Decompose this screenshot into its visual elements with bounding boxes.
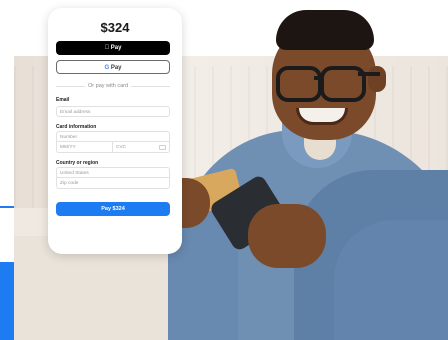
email-field[interactable]: Email address [56,106,170,117]
card-cvc-field[interactable]: CVC [113,142,170,153]
google-g-icon: G [104,65,110,71]
checkout-card: $324  Pay G Pay Or pay with card Email … [48,8,182,254]
card-cvc-placeholder: CVC [116,145,127,150]
zip-code-field[interactable]: Zip code [56,178,170,189]
apple-pay-label: Pay [107,45,122,51]
apple-pay-button[interactable]:  Pay [56,41,170,55]
hero-stage: $324  Pay G Pay Or pay with card Email … [0,0,448,340]
card-info-label: Card information [56,124,97,130]
pay-divider: Or pay with card [56,82,174,90]
divider-text: Or pay with card [85,82,132,90]
smiling-man-with-phone [158,0,448,340]
google-pay-button[interactable]: G Pay [56,60,170,74]
checkout-amount: $324 [100,20,130,35]
card-cvc-icon [159,145,166,150]
pay-button[interactable]: Pay $324 [56,202,170,216]
country-label: Country or region [56,160,99,166]
card-expiry-cvc-row: MM/YY CVC [56,142,170,153]
email-label: Email [56,97,70,103]
country-select[interactable]: United States [56,167,170,178]
card-expiry-field[interactable]: MM/YY [56,142,113,153]
apple-logo-icon:  [105,45,110,51]
google-pay-label: Pay [110,65,122,71]
card-number-field[interactable]: Number [56,131,170,142]
